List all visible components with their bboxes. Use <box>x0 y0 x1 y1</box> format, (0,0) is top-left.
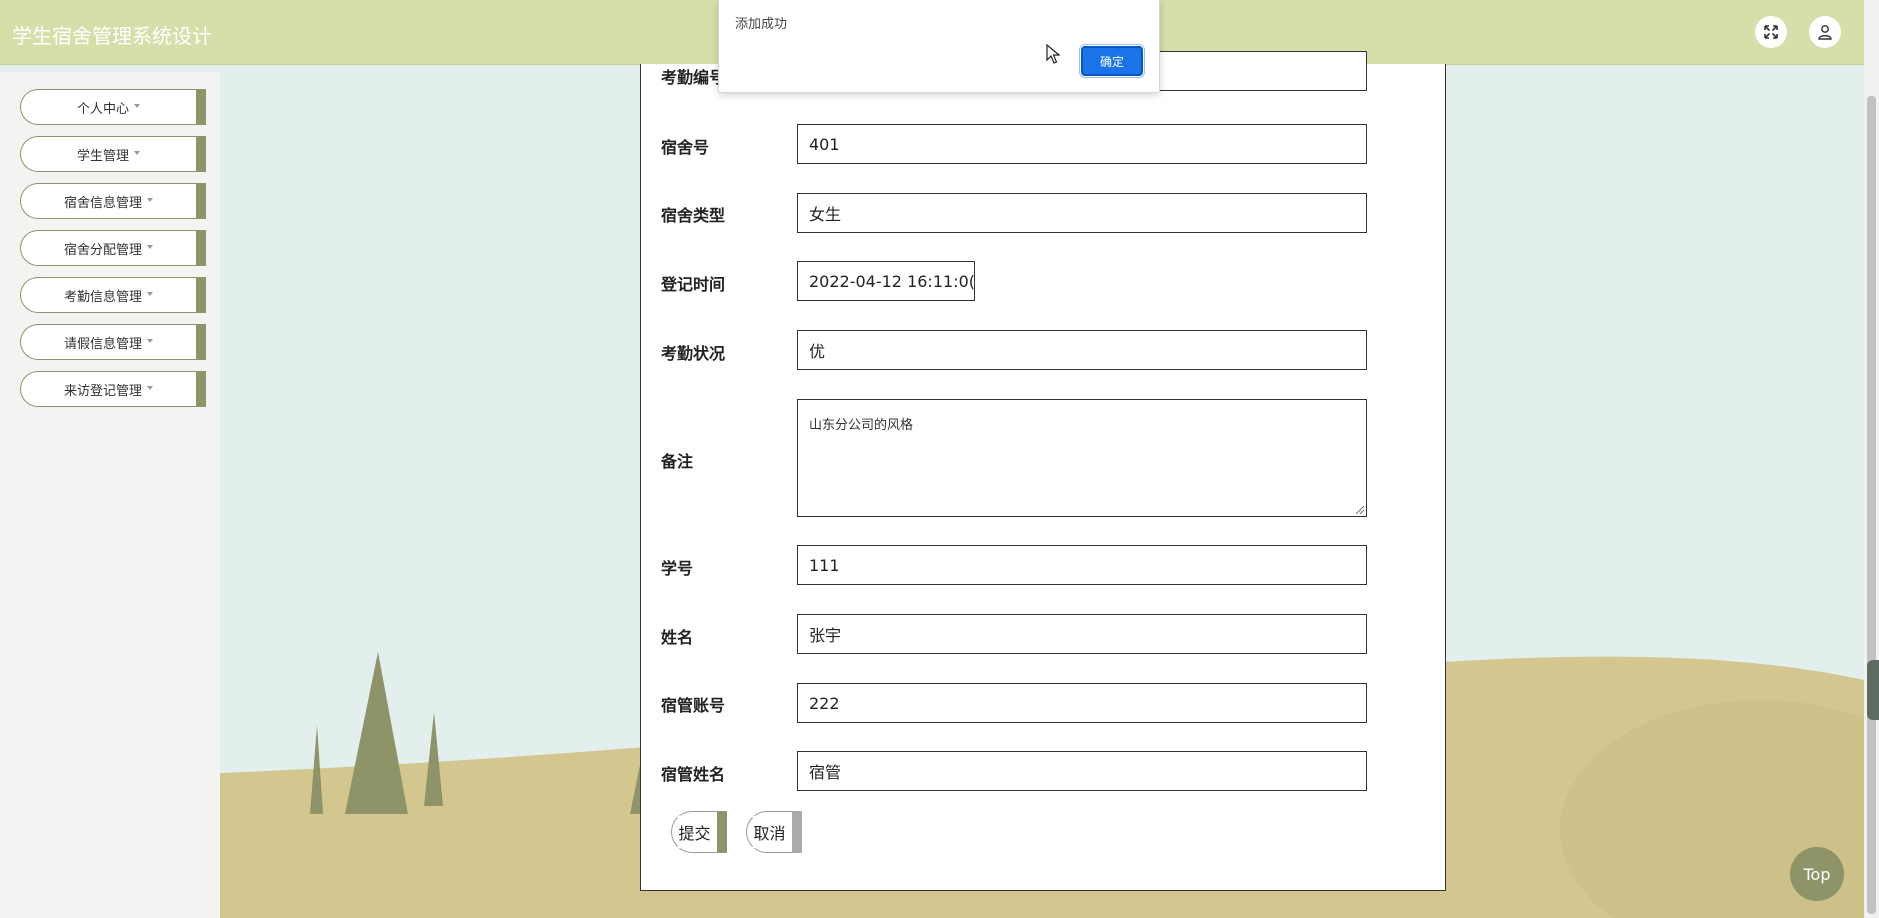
user-icon <box>1818 25 1832 40</box>
manager-account-field[interactable]: 222 <box>797 683 1367 723</box>
dorm-type-field[interactable]: 女生 <box>797 193 1367 233</box>
sidebar-item-visitor[interactable]: 来访登记管理 <box>20 371 206 407</box>
sidebar-item-label: 学生管理 <box>76 148 129 164</box>
sidebar-item-dorm-info[interactable]: 宿舍信息管理 <box>20 183 206 219</box>
caret-down-icon <box>134 104 140 108</box>
manager-name-field[interactable]: 宿管 <box>797 751 1367 791</box>
resize-handle-icon[interactable] <box>1356 506 1364 514</box>
scrollbar-thumb[interactable] <box>1867 96 1876 914</box>
field-label-remarks: 备注 <box>661 452 694 471</box>
register-time-field[interactable]: 2022-04-12 16:11:0( <box>797 261 975 301</box>
attendance-status-field[interactable]: 优 <box>797 330 1367 370</box>
field-label-attendance-status: 考勤状况 <box>661 344 726 363</box>
sidebar-item-label: 宿舍分配管理 <box>63 242 142 258</box>
side-drawer-tab[interactable] <box>1867 660 1879 720</box>
user-button[interactable] <box>1809 16 1841 48</box>
caret-down-icon <box>147 339 153 343</box>
field-label-student-id: 学号 <box>661 559 694 578</box>
caret-down-icon <box>147 198 153 202</box>
attendance-form: 考勤编号 宿舍号 401 宿舍类型 女生 登记时间 2022-04-12 16:… <box>640 51 1446 891</box>
student-id-field[interactable]: 111 <box>797 545 1367 585</box>
back-to-top-button[interactable]: Top <box>1790 847 1844 901</box>
field-label-attendance-id: 考勤编号 <box>661 68 726 87</box>
mouse-cursor-icon <box>1046 44 1060 64</box>
dialog-message: 添加成功 <box>735 17 788 32</box>
sidebar-item-label: 来访登记管理 <box>63 383 142 399</box>
sidebar-item-label: 个人中心 <box>76 101 129 117</box>
field-label-manager-account: 宿管账号 <box>661 696 726 715</box>
dorm-number-field[interactable]: 401 <box>797 124 1367 164</box>
sidebar-item-attendance[interactable]: 考勤信息管理 <box>20 277 206 313</box>
sidebar-item-dorm-allocation[interactable]: 宿舍分配管理 <box>20 230 206 266</box>
cancel-button[interactable]: 取消 <box>746 811 802 853</box>
field-label-dorm-type: 宿舍类型 <box>661 206 726 225</box>
sidebar-item-label: 考勤信息管理 <box>63 289 142 305</box>
sidebar-item-label: 宿舍信息管理 <box>63 195 142 211</box>
fullscreen-button[interactable] <box>1755 16 1787 48</box>
field-label-dorm-number: 宿舍号 <box>661 138 710 157</box>
remarks-text: 山东分公司的风格 <box>809 418 914 433</box>
field-label-manager-name: 宿管姓名 <box>661 765 726 784</box>
submit-button[interactable]: 提交 <box>671 811 727 853</box>
sidebar: 个人中心 学生管理 宿舍信息管理 宿舍分配管理 考勤信息管理 请假信息管理 来访… <box>0 72 220 918</box>
field-label-register-time: 登记时间 <box>661 275 726 294</box>
sidebar-item-leave[interactable]: 请假信息管理 <box>20 324 206 360</box>
field-label-name: 姓名 <box>661 628 694 647</box>
caret-down-icon <box>147 386 153 390</box>
name-field[interactable]: 张宇 <box>797 614 1367 654</box>
dialog-ok-button[interactable]: 确定 <box>1079 44 1145 78</box>
caret-down-icon <box>134 151 140 155</box>
sidebar-item-label: 请假信息管理 <box>63 336 142 352</box>
sidebar-item-personal-center[interactable]: 个人中心 <box>20 89 206 125</box>
caret-down-icon <box>147 292 153 296</box>
page-scrollbar[interactable] <box>1864 0 1879 918</box>
app-title: 学生宿舍管理系统设计 <box>12 24 212 48</box>
sidebar-item-student-management[interactable]: 学生管理 <box>20 136 206 172</box>
remarks-textarea[interactable]: 山东分公司的风格 <box>797 399 1367 517</box>
expand-icon <box>1764 25 1778 39</box>
alert-dialog: 添加成功 确定 <box>718 0 1160 93</box>
caret-down-icon <box>147 245 153 249</box>
